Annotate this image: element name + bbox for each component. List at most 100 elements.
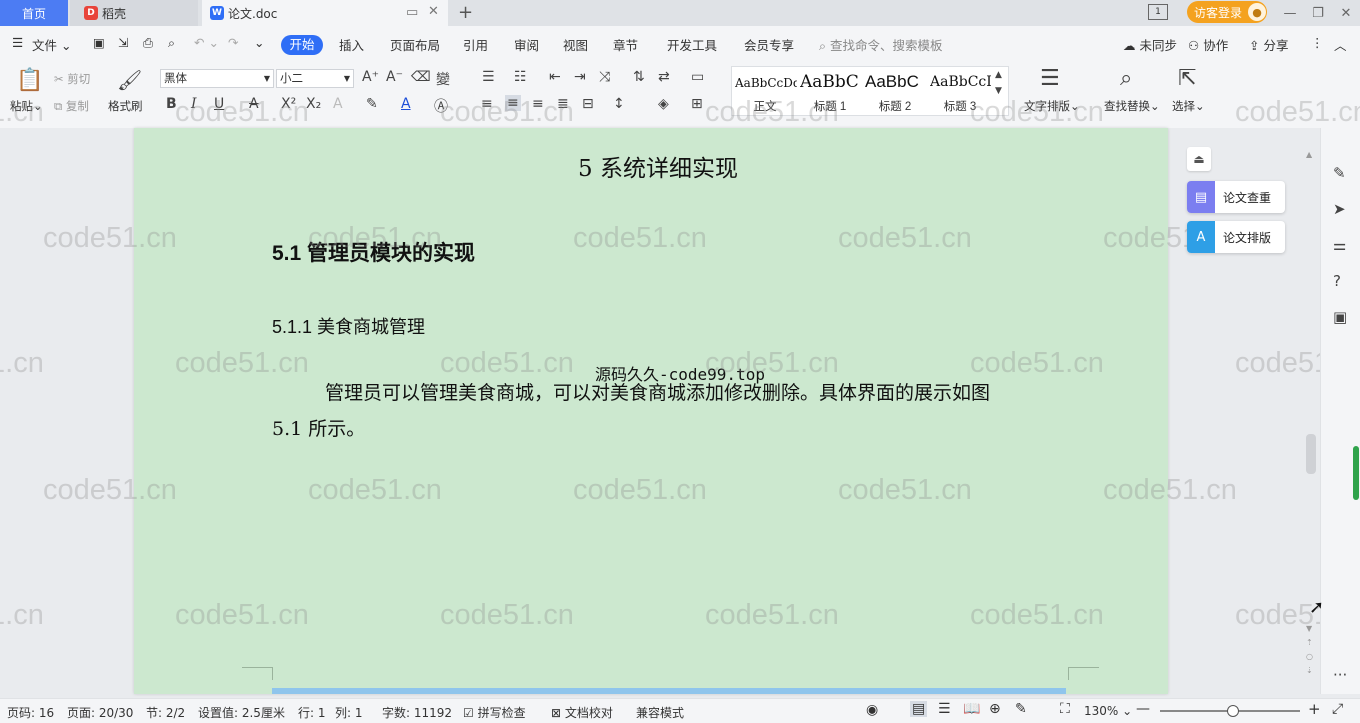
select-button[interactable]: 选择⌄: [1172, 98, 1205, 114]
shading-icon[interactable]: ◈: [658, 96, 669, 112]
menu-reference[interactable]: 引用: [463, 35, 488, 54]
bullet-list-icon[interactable]: ☰: [482, 69, 495, 85]
close-window-icon[interactable]: ✕: [1332, 6, 1360, 21]
spell-check-button[interactable]: ☑ 拼写检查: [463, 704, 526, 721]
text-effect-icon[interactable]: A: [333, 96, 343, 112]
more-icon[interactable]: ⋮: [1311, 35, 1324, 50]
menu-file[interactable]: 文件 ⌄: [32, 35, 71, 54]
select-cursor-icon[interactable]: ⇱: [1178, 66, 1196, 91]
write-view-icon[interactable]: ✎: [1015, 701, 1027, 717]
italic-icon[interactable]: I: [191, 96, 197, 112]
style-heading-3[interactable]: AaBbCcI 标题 3: [928, 68, 992, 113]
sliders-icon[interactable]: ⚌: [1333, 236, 1346, 254]
redo-icon[interactable]: ↷: [228, 35, 238, 50]
scroll-nav-icons[interactable]: ▼ ⇡ ○ ⇣: [1306, 622, 1316, 682]
pen-icon[interactable]: ✎: [1333, 164, 1346, 182]
print-preview-icon[interactable]: ⌕: [168, 35, 175, 51]
status-words[interactable]: 字数: 11192: [382, 704, 452, 721]
outline-view-icon[interactable]: ☰: [938, 701, 951, 717]
font-name-select[interactable]: 黑体 ▼: [160, 69, 274, 88]
collapse-panel-icon[interactable]: ⏏: [1187, 147, 1211, 171]
strikethrough-icon[interactable]: A: [249, 96, 259, 112]
collapse-ribbon-icon[interactable]: ︿: [1334, 35, 1347, 54]
distribute-icon[interactable]: ⊟: [582, 96, 594, 112]
menu-view[interactable]: 视图: [563, 35, 588, 54]
paper-layout-button[interactable]: A 论文排版: [1187, 221, 1285, 253]
bold-icon[interactable]: B: [166, 96, 177, 112]
reading-view-icon[interactable]: 📖: [963, 701, 980, 717]
eye-protect-icon[interactable]: ◉: [866, 702, 878, 718]
share-button[interactable]: ⇪ 分享: [1249, 35, 1288, 54]
help-icon[interactable]: ?: [1333, 272, 1341, 290]
text-direction-icon[interactable]: ⤨: [599, 69, 610, 85]
grow-font-icon[interactable]: A⁺: [362, 69, 379, 85]
subscript-icon[interactable]: X₂: [306, 96, 321, 112]
cursor-icon[interactable]: ➤: [1333, 200, 1346, 218]
show-marks-icon[interactable]: ⇄: [658, 69, 670, 85]
char-border-icon[interactable]: Ⓐ: [434, 96, 448, 116]
customize-icon[interactable]: ⌄: [254, 35, 264, 50]
menu-chapter[interactable]: 章节: [613, 35, 638, 54]
align-right-icon[interactable]: ≡: [532, 96, 544, 112]
print-icon[interactable]: ⎙: [143, 35, 153, 51]
align-center-icon[interactable]: ≡: [505, 95, 521, 111]
zoom-out-icon[interactable]: —: [1136, 701, 1150, 717]
menu-insert[interactable]: 插入: [339, 35, 364, 54]
increase-indent-icon[interactable]: ⇥: [574, 69, 586, 85]
page-view-icon[interactable]: ▤: [910, 701, 928, 717]
collab-button[interactable]: ⚇ 协作: [1188, 35, 1228, 54]
paste-icon[interactable]: 📋: [16, 68, 43, 93]
justify-icon[interactable]: ≣: [557, 96, 569, 112]
font-color-icon[interactable]: A: [401, 96, 411, 112]
document-page[interactable]: [134, 128, 1168, 694]
sync-button[interactable]: ☁ 未同步: [1123, 35, 1177, 54]
minimize-icon[interactable]: —: [1276, 6, 1304, 21]
side-scroll-indicator[interactable]: [1353, 446, 1359, 500]
format-painter-button[interactable]: 格式刷: [108, 98, 143, 114]
decrease-indent-icon[interactable]: ⇤: [549, 69, 561, 85]
status-page[interactable]: 页面: 20/30: [67, 704, 133, 721]
copy-button[interactable]: ⧉ 复制: [54, 98, 89, 114]
close-tab-icon[interactable]: ✕: [428, 4, 439, 19]
text-layout-button[interactable]: 文字排版⌄: [1024, 98, 1080, 114]
align-left-icon[interactable]: ≡: [481, 96, 493, 112]
command-search[interactable]: ⌕ 查找命令、搜索模板: [819, 35, 943, 54]
restore-icon[interactable]: ❐: [1304, 6, 1332, 21]
border-icon[interactable]: ⊞: [691, 96, 703, 112]
clear-format-icon[interactable]: ⌫: [411, 69, 431, 85]
font-size-select[interactable]: 小二 ▼: [276, 69, 354, 88]
style-heading-2[interactable]: AaBbC 标题 2: [863, 68, 927, 113]
paper-check-button[interactable]: ▤ 论文查重: [1187, 181, 1285, 213]
style-scroll-up-icon[interactable]: ▲: [995, 70, 1002, 80]
line-spacing-icon[interactable]: ↕: [613, 96, 625, 112]
style-heading-1[interactable]: AaBbC 标题 1: [798, 68, 862, 113]
zoom-slider-handle[interactable]: [1227, 705, 1239, 717]
page-count-icon[interactable]: 1: [1148, 4, 1168, 20]
menu-start[interactable]: 开始: [281, 35, 323, 55]
zoom-in-icon[interactable]: +: [1308, 700, 1321, 718]
status-setting[interactable]: 设置值: 2.5厘米: [198, 704, 285, 721]
highlight-icon[interactable]: ✎: [366, 96, 378, 112]
undo-icon[interactable]: ↶ ⌄: [194, 35, 219, 50]
add-tab-icon[interactable]: +: [458, 2, 473, 23]
superscript-icon[interactable]: X²: [281, 96, 296, 112]
scroll-up-icon[interactable]: ▲: [1306, 150, 1316, 160]
shrink-font-icon[interactable]: A⁻: [386, 69, 403, 85]
find-replace-icon[interactable]: ⌕: [1120, 66, 1132, 91]
tab-document[interactable]: W 论文.doc ▭ ✕: [202, 0, 448, 26]
fullscreen-icon[interactable]: ⤢: [1332, 701, 1343, 717]
paste-button[interactable]: 粘贴⌄: [10, 98, 43, 114]
find-replace-button[interactable]: 查找替换⌄: [1104, 98, 1160, 114]
more-dots-icon[interactable]: ···: [1333, 666, 1347, 684]
status-section[interactable]: 节: 2/2: [146, 704, 185, 721]
tab-daoke[interactable]: D 稻壳: [70, 0, 198, 26]
phonetic-icon[interactable]: 變: [436, 69, 450, 89]
tab-stop-icon[interactable]: ▭: [691, 69, 704, 85]
export-icon[interactable]: ⇲: [118, 35, 128, 50]
format-painter-icon[interactable]: 🖌: [117, 68, 142, 92]
zoom-level[interactable]: 130% ⌄: [1084, 704, 1132, 718]
chart-tool-icon[interactable]: ▣: [1333, 308, 1347, 326]
menu-page-layout[interactable]: 页面布局: [390, 35, 440, 54]
vertical-scrollbar-thumb[interactable]: [1306, 434, 1316, 474]
tab-home[interactable]: 首页: [0, 0, 68, 26]
